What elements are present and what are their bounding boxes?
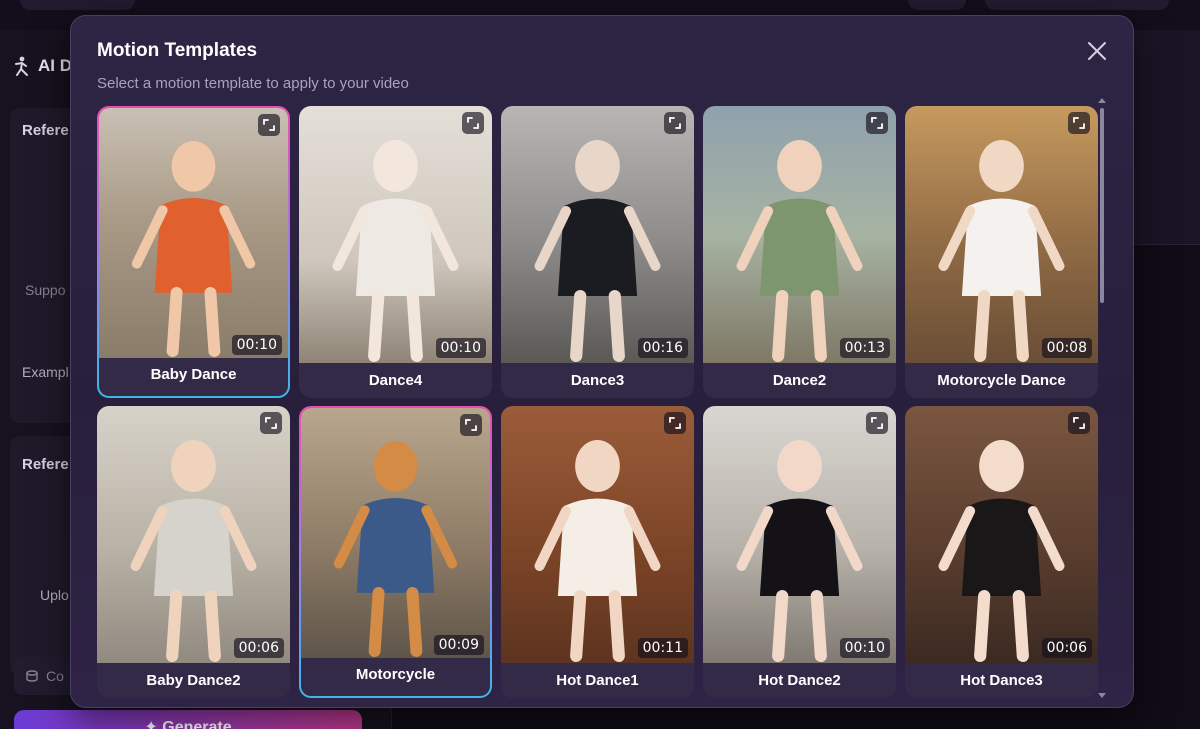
modal-subtitle: Select a motion template to apply to you… — [97, 75, 409, 92]
expand-button[interactable] — [664, 412, 686, 434]
template-thumbnail — [703, 106, 896, 363]
expand-button[interactable] — [460, 414, 482, 436]
modal-title: Motion Templates — [97, 40, 258, 61]
template-thumbnail — [501, 406, 694, 663]
template-thumbnail — [703, 406, 896, 663]
template-label: Hot Dance1 — [556, 672, 639, 689]
support-hint: Suppo — [25, 282, 66, 298]
upload-hint: Uplo — [40, 587, 69, 603]
side-panel-title-text: AI D — [38, 56, 72, 75]
template-thumbnail — [301, 408, 490, 658]
duration-badge: 00:06 — [1041, 638, 1092, 658]
expand-icon — [871, 117, 883, 129]
top-bar-pill[interactable] — [20, 0, 135, 10]
expand-icon — [669, 117, 681, 129]
expand-icon — [467, 117, 479, 129]
expand-button[interactable] — [462, 112, 484, 134]
template-thumbnail — [905, 406, 1098, 663]
template-label: Motorcycle Dance — [937, 372, 1066, 389]
template-card[interactable]: 00:06 Baby Dance2 — [97, 406, 290, 698]
reference-card-label: Refere — [22, 122, 69, 139]
duration-badge: 00:10 — [435, 338, 486, 358]
close-icon — [1088, 42, 1106, 60]
duration-badge: 00:13 — [839, 338, 890, 358]
duration-badge: 00:10 — [839, 638, 890, 658]
template-card[interactable]: 00:09 Motorcycle — [299, 406, 492, 698]
template-card[interactable]: 00:10 Dance4 — [299, 106, 492, 398]
template-label: Baby Dance — [150, 366, 237, 383]
expand-icon — [871, 417, 883, 429]
expand-icon — [1073, 417, 1085, 429]
scroll-down-icon[interactable] — [1097, 692, 1107, 700]
generate-button[interactable]: ✦ Generate — [14, 710, 362, 729]
template-label: Dance3 — [570, 372, 625, 389]
template-label: Baby Dance2 — [146, 672, 241, 689]
duration-badge: 00:10 — [231, 335, 282, 355]
template-thumbnail — [905, 106, 1098, 363]
template-card[interactable]: 00:10 Hot Dance2 — [703, 406, 896, 698]
examples-label: Exampl — [22, 364, 69, 380]
expand-button[interactable] — [1068, 112, 1090, 134]
expand-button[interactable] — [260, 412, 282, 434]
side-panel-title: AI D — [12, 56, 72, 76]
template-card[interactable]: 00:10 Baby Dance — [97, 106, 290, 398]
expand-button[interactable] — [1068, 412, 1090, 434]
template-label: Hot Dance3 — [960, 672, 1043, 689]
template-card[interactable]: 00:08 Motorcycle Dance — [905, 106, 1098, 398]
template-label: Dance4 — [368, 372, 423, 389]
template-thumbnail — [299, 106, 492, 363]
expand-button[interactable] — [866, 112, 888, 134]
template-thumbnail — [99, 108, 288, 358]
template-label: Dance2 — [772, 372, 827, 389]
expand-icon — [263, 119, 275, 131]
template-card[interactable]: 00:11 Hot Dance1 — [501, 406, 694, 698]
close-button[interactable] — [1084, 38, 1110, 64]
template-thumbnail — [97, 406, 290, 663]
template-card[interactable]: 00:16 Dance3 — [501, 106, 694, 398]
template-thumbnail — [501, 106, 694, 363]
duration-badge: 00:09 — [433, 635, 484, 655]
coins-icon — [26, 670, 38, 682]
expand-button[interactable] — [664, 112, 686, 134]
template-card[interactable]: 00:06 Hot Dance3 — [905, 406, 1098, 698]
scrollbar-thumb[interactable] — [1100, 108, 1104, 303]
template-label: Hot Dance2 — [758, 672, 841, 689]
duration-badge: 00:08 — [1041, 338, 1092, 358]
expand-icon — [1073, 117, 1085, 129]
reference-card-2-label: Refere — [22, 456, 69, 473]
duration-badge: 00:16 — [637, 338, 688, 358]
credits-label: Co — [46, 668, 64, 684]
motion-templates-modal: Motion Templates Select a motion templat… — [70, 15, 1134, 708]
dance-icon — [15, 56, 28, 76]
top-bar-pill[interactable] — [908, 0, 966, 10]
expand-icon — [669, 417, 681, 429]
scroll-up-icon[interactable] — [1097, 96, 1107, 104]
duration-badge: 00:06 — [233, 638, 284, 658]
expand-icon — [465, 419, 477, 431]
template-label: Motorcycle — [355, 666, 436, 683]
duration-badge: 00:11 — [637, 638, 688, 658]
template-card[interactable]: 00:13 Dance2 — [703, 106, 896, 398]
expand-button[interactable] — [866, 412, 888, 434]
expand-icon — [265, 417, 277, 429]
expand-button[interactable] — [258, 114, 280, 136]
top-bar-pill[interactable] — [985, 0, 1169, 10]
